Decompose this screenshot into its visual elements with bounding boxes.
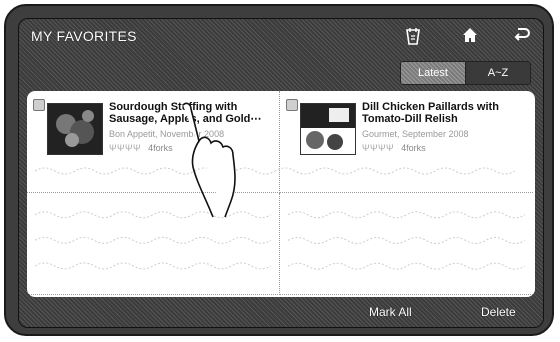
page-title: MY FAVORITES [31, 28, 137, 44]
select-checkbox[interactable] [33, 99, 45, 111]
home-icon[interactable] [459, 26, 481, 48]
device-frame: MY FAVORITES Latest A~Z Sourdough Stuffi… [4, 4, 554, 336]
recipe-title: Dill Chicken Paillards with Tomato-Dill … [362, 101, 499, 125]
sort-tabs: Latest A~Z [400, 61, 531, 85]
tab-latest[interactable]: Latest [401, 62, 465, 84]
empty-pattern [35, 167, 516, 175]
back-icon[interactable] [511, 26, 533, 48]
recipe-thumbnail [47, 103, 103, 155]
shopping-list-icon[interactable] [402, 26, 424, 48]
delete-button[interactable]: Delete [481, 305, 516, 319]
empty-slot [280, 193, 533, 295]
rating: Ψ Ψ Ψ Ψ 4forks [362, 143, 426, 153]
forks-rating-icon: Ψ Ψ Ψ Ψ [362, 143, 394, 153]
empty-pattern [288, 211, 525, 270]
recipe-thumbnail [300, 103, 356, 155]
pointing-hand-icon [182, 102, 236, 218]
rating-label: 4forks [401, 143, 426, 153]
recipe-source: Gourmet, September 2008 [362, 129, 469, 139]
mark-all-button[interactable]: Mark All [369, 305, 412, 319]
rating-label: 4forks [148, 143, 173, 153]
rating: Ψ Ψ Ψ Ψ 4forks [109, 143, 173, 153]
favorites-grid: Sourdough Stuffing with Sausage, Apples,… [27, 91, 535, 297]
top-bar: MY FAVORITES [19, 19, 543, 55]
screen: MY FAVORITES Latest A~Z Sourdough Stuffi… [18, 18, 544, 328]
bottom-bar: Mark All Delete [19, 299, 543, 327]
forks-rating-icon: Ψ Ψ Ψ Ψ [109, 143, 141, 153]
select-checkbox[interactable] [286, 99, 298, 111]
tab-a-z[interactable]: A~Z [465, 62, 530, 84]
